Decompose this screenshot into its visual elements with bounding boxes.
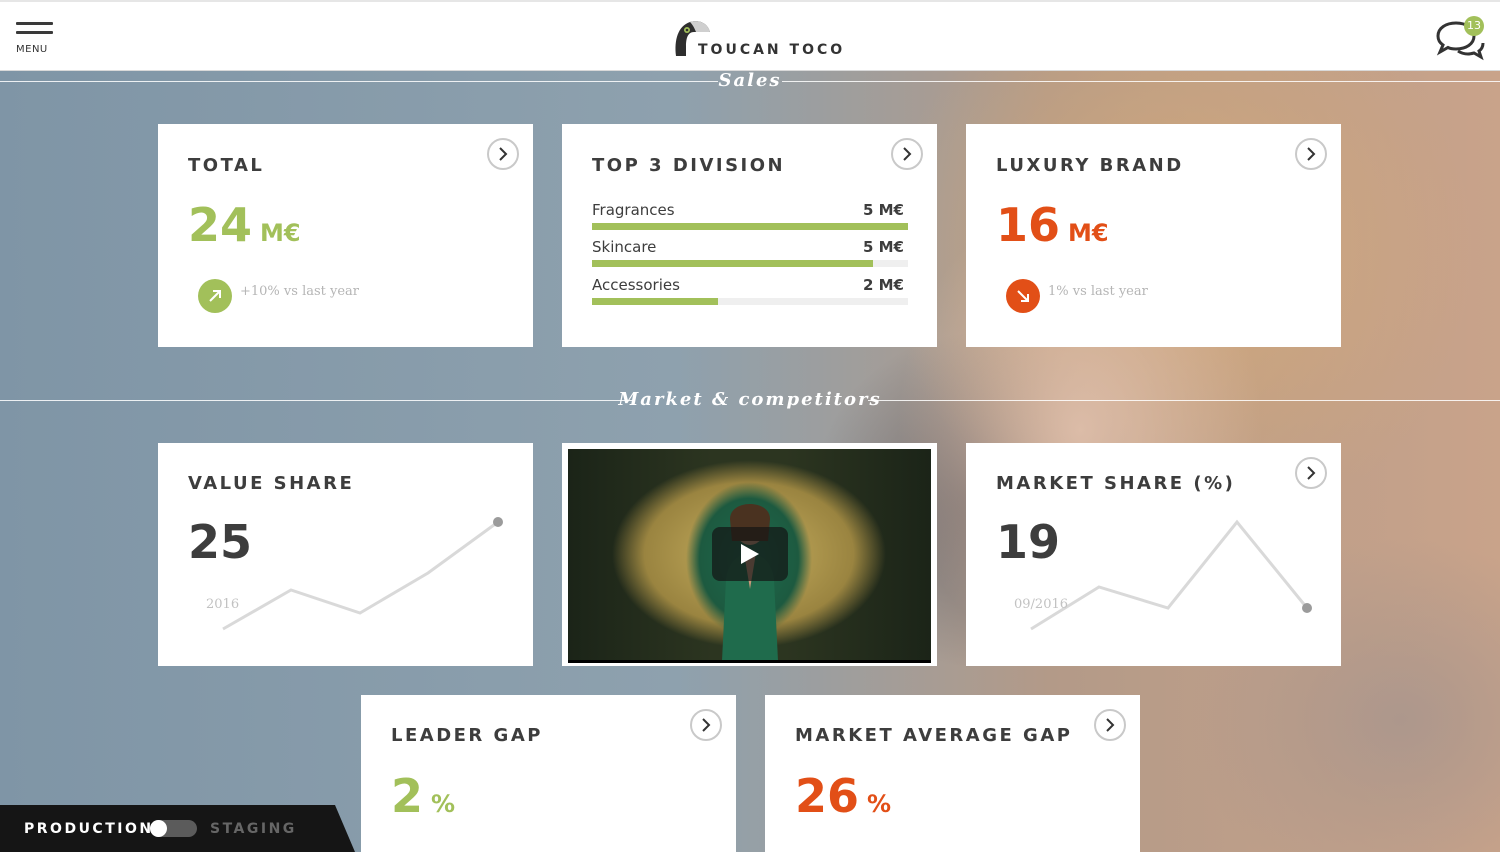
section-title-text: Market & competitors [618,389,882,410]
value-number: 16 [996,198,1061,252]
luxury-brand-card[interactable]: LUXURY BRAND 16 M€ 1% vs last year [966,124,1341,347]
division-row: Fragrances 5 M€ [592,201,908,231]
division-bar [592,298,719,305]
value-share-sparkline [222,517,503,631]
market-average-gap-value: 26% [795,769,891,823]
luxury-value: 16 M€ [996,198,1109,252]
card-title: LUXURY BRAND [996,155,1184,176]
card-title: MARKET AVERAGE GAP [795,725,1073,746]
trend-text: +10% vs last year [240,284,360,299]
division-value: 5 M€ [862,201,904,219]
division-name: Fragrances [592,201,675,219]
card-title: LEADER GAP [391,725,543,746]
video-player[interactable] [562,443,937,666]
divider [782,80,1500,82]
divider [0,80,718,82]
section-title-sales: Sales [0,70,1500,91]
division-row: Accessories 2 M€ [592,276,908,306]
division-name: Accessories [592,276,680,294]
card-title: TOTAL [188,155,265,176]
value-number: 26 [795,769,860,823]
market-share-sparkline [1030,519,1312,631]
value-unit: M€ [1068,219,1109,247]
production-label[interactable]: PRODUCTION [24,821,154,837]
division-bar-track [592,298,908,305]
value-share-card[interactable]: VALUE SHARE 25 2016 [158,443,533,666]
chevron-right-icon[interactable] [690,709,722,741]
division-bar [592,260,874,267]
market-average-gap-card[interactable]: MARKET AVERAGE GAP 26% [765,695,1140,852]
value-unit: M€ [260,219,301,247]
division-bar [592,223,908,230]
sparkline-line [222,520,499,631]
value-number: 24 [188,198,253,252]
arrow-down-right-icon [1006,279,1040,313]
top-bar: MENU TOUCAN TOCO 13 [0,0,1500,71]
chevron-right-icon[interactable] [891,138,923,170]
hamburger-icon-bar [16,31,53,34]
value-number: 2 [391,769,424,823]
video-frame [568,449,931,663]
section-title-market: Market & competitors [0,389,1500,410]
division-value: 2 M€ [862,276,904,294]
market-share-card[interactable]: MARKET SHARE (%) 19 09/2016 [966,443,1341,666]
leader-gap-card[interactable]: LEADER GAP 2% [361,695,736,852]
environment-switcher: PRODUCTION STAGING [0,805,355,852]
sparkline-end-point [1302,603,1312,613]
division-row: Skincare 5 M€ [592,238,908,268]
sparkline-start-label: 09/2016 [1014,597,1069,612]
play-icon [741,544,759,564]
chevron-right-icon[interactable] [487,138,519,170]
card-title: TOP 3 DIVISION [592,155,786,176]
division-name: Skincare [592,238,657,256]
environment-toggle[interactable] [150,820,197,837]
division-bar-track [592,223,908,230]
value-unit: % [431,790,456,818]
total-card[interactable]: TOTAL 24 M€ +10% vs last year [158,124,533,347]
divider [0,399,632,401]
sparkline-start-label: 2016 [206,597,240,612]
play-button[interactable] [712,527,788,581]
arrow-up-right-icon [198,279,232,313]
chevron-right-icon[interactable] [1295,138,1327,170]
menu-label: MENU [16,44,48,55]
leader-gap-value: 2% [391,769,455,823]
section-title-text: Sales [718,70,782,91]
brand-logo: TOUCAN TOCO [670,16,845,60]
sparkline-end-point [493,517,503,527]
notification-badge: 13 [1464,16,1484,36]
value-unit: % [867,790,892,818]
sparkline-line [1030,519,1309,631]
hamburger-icon [16,22,53,25]
staging-label[interactable]: STAGING [210,821,297,837]
trend-text: 1% vs last year [1048,284,1148,299]
brand-name: TOUCAN TOCO [698,42,846,58]
chevron-right-icon[interactable] [1094,709,1126,741]
toggle-knob [150,820,167,837]
top-division-card[interactable]: TOP 3 DIVISION Fragrances 5 M€ Skincare … [562,124,937,347]
total-value: 24 M€ [188,198,301,252]
divider [868,399,1500,401]
menu-button[interactable]: MENU [16,22,56,58]
chat-button[interactable]: 13 [1434,16,1486,62]
division-value: 5 M€ [862,238,904,256]
division-bar-track [592,260,908,267]
